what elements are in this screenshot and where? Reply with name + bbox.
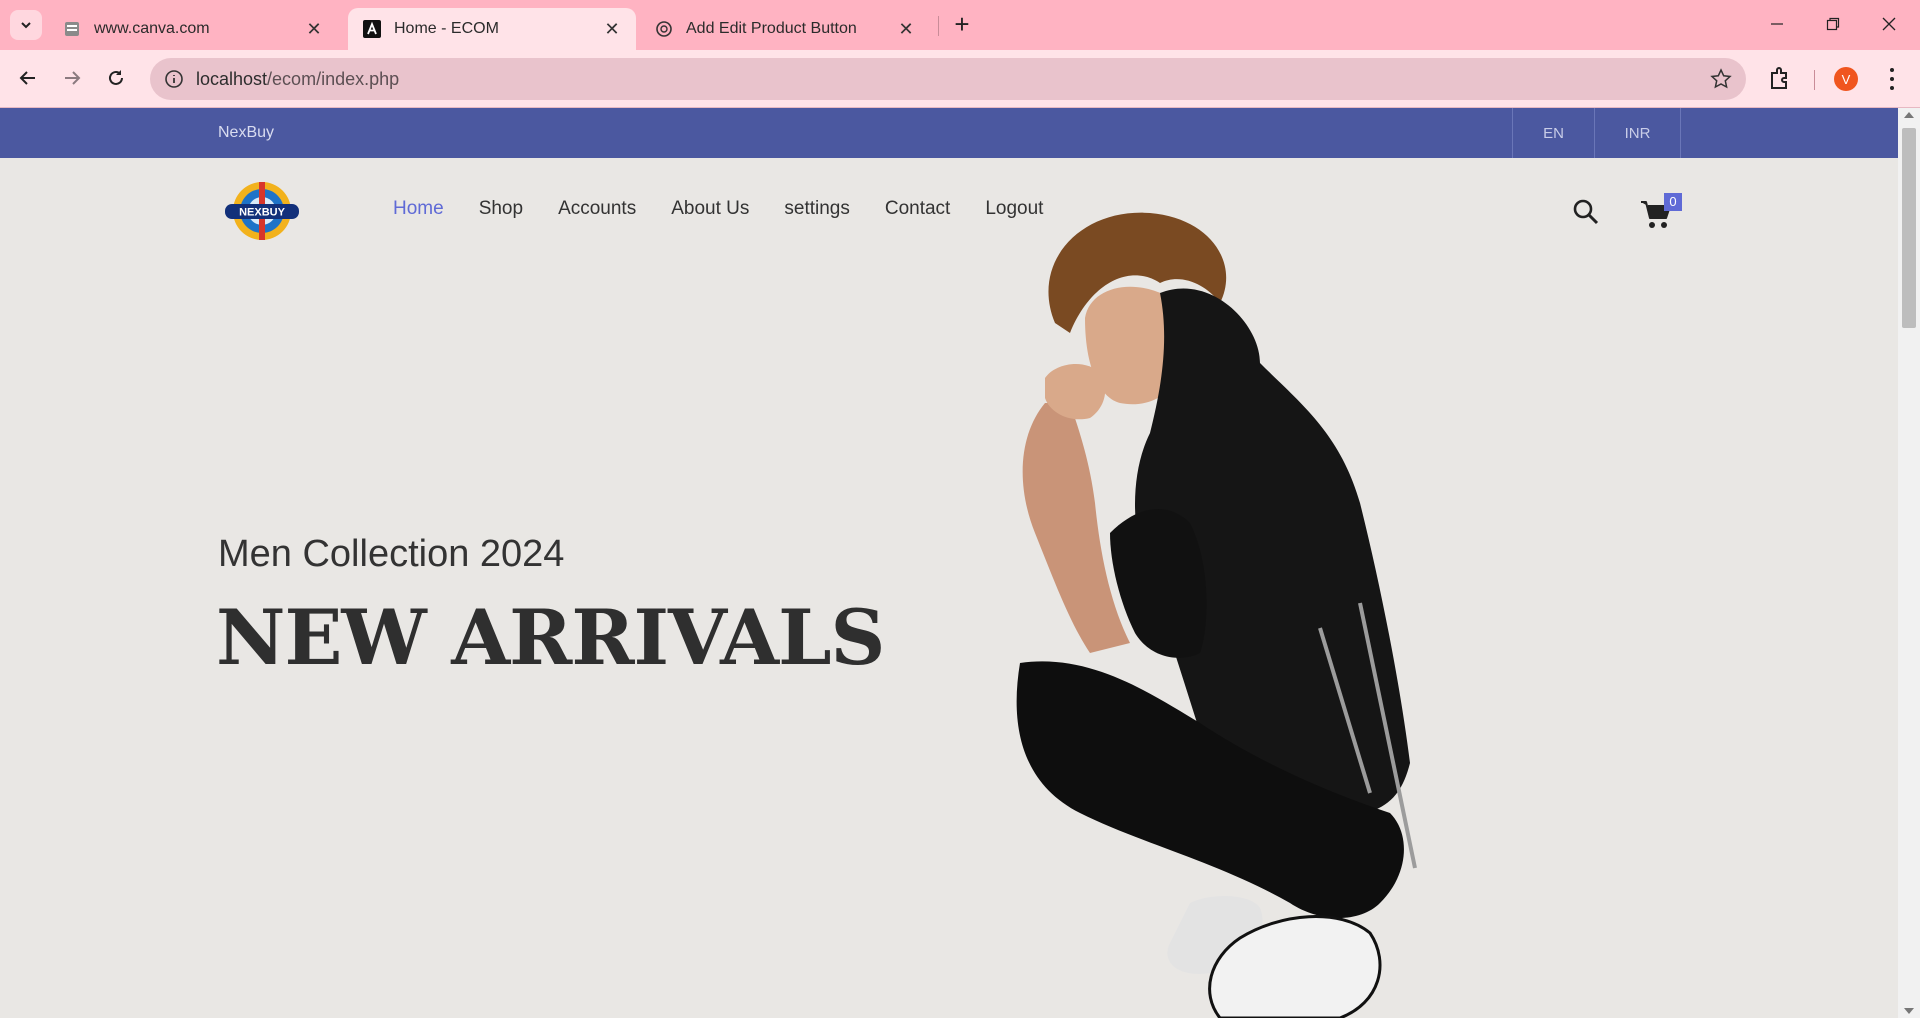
- site-topbar: NexBuy EN INR: [0, 108, 1898, 158]
- bookmark-star-icon[interactable]: [1710, 68, 1732, 90]
- currency-selector[interactable]: INR: [1594, 108, 1681, 158]
- tab-canva[interactable]: www.canva.com ✕: [48, 8, 338, 50]
- nav-settings[interactable]: settings: [784, 198, 849, 220]
- url-host: localhost: [196, 69, 268, 89]
- reload-button[interactable]: [100, 62, 132, 94]
- tab-separator: [938, 16, 939, 36]
- chevron-down-icon: [21, 22, 31, 29]
- arrow-right-icon: [65, 71, 81, 85]
- restore-button[interactable]: [1810, 8, 1856, 40]
- page-scrollbar[interactable]: [1898, 108, 1920, 1018]
- scroll-up-icon[interactable]: [1904, 112, 1914, 118]
- nav-accounts[interactable]: Accounts: [558, 198, 636, 220]
- angular-a-icon: [362, 19, 382, 39]
- page-viewport: NexBuy EN INR NEXBUY Home Shop Accounts …: [0, 108, 1898, 1018]
- minimize-button[interactable]: [1754, 8, 1800, 40]
- close-tab-icon[interactable]: ✕: [602, 19, 622, 40]
- nav-home[interactable]: Home: [393, 198, 444, 220]
- tab-title: Home - ECOM: [394, 20, 499, 37]
- chatgpt-icon: [654, 19, 674, 39]
- browser-menu-icon[interactable]: [1880, 66, 1904, 92]
- topbar-brand: NexBuy: [218, 124, 275, 141]
- logo-text: NEXBUY: [239, 207, 286, 219]
- cart-count-badge: 0: [1664, 193, 1682, 211]
- minimize-icon: [1771, 23, 1783, 25]
- close-tab-icon[interactable]: ✕: [896, 19, 916, 40]
- nav-contact[interactable]: Contact: [885, 198, 950, 220]
- browser-tab-bar: www.canva.com ✕ Home - ECOM ✕ Add Edit P…: [0, 0, 1920, 50]
- close-tab-icon[interactable]: ✕: [304, 19, 324, 40]
- arrow-left-icon: [19, 71, 35, 85]
- cart-button[interactable]: 0: [1638, 193, 1682, 230]
- profile-avatar[interactable]: V: [1834, 67, 1858, 91]
- language-selector[interactable]: EN: [1512, 108, 1594, 158]
- url-text[interactable]: localhost/ecom/index.php: [196, 69, 399, 90]
- site-logo[interactable]: NEXBUY: [222, 178, 302, 244]
- close-window-button[interactable]: [1866, 8, 1912, 40]
- forward-button[interactable]: [56, 62, 88, 94]
- new-tab-button[interactable]: +: [950, 11, 974, 38]
- close-icon: [1882, 17, 1896, 31]
- back-button[interactable]: [12, 62, 44, 94]
- browser-toolbar: localhost/ecom/index.php V: [0, 50, 1920, 108]
- tab-title: www.canva.com: [94, 20, 210, 37]
- document-icon: [62, 19, 82, 39]
- scrollbar-thumb[interactable]: [1902, 128, 1916, 328]
- hero-subtitle: Men Collection 2024: [218, 533, 565, 575]
- toolbar-separator: [1814, 70, 1815, 90]
- nav-about-us[interactable]: About Us: [671, 198, 749, 220]
- restore-icon: [1826, 17, 1840, 31]
- hero-title: NEW ARRIVALS: [216, 593, 885, 682]
- extensions-icon[interactable]: [1766, 65, 1794, 93]
- reload-icon: [109, 70, 123, 85]
- address-bar[interactable]: localhost/ecom/index.php: [150, 58, 1746, 100]
- search-icon[interactable]: [1572, 198, 1600, 226]
- nav-shop[interactable]: Shop: [479, 198, 523, 220]
- site-info-icon[interactable]: [164, 69, 184, 89]
- hero-model-image: [1016, 212, 1417, 1018]
- tab-search-button[interactable]: [10, 10, 42, 40]
- tab-home-ecom[interactable]: Home - ECOM ✕: [348, 8, 636, 50]
- tab-add-edit-product[interactable]: Add Edit Product Button ✕: [640, 8, 930, 50]
- scroll-down-icon[interactable]: [1904, 1008, 1914, 1014]
- url-path: /ecom/index.php: [267, 69, 400, 89]
- tab-title: Add Edit Product Button: [686, 20, 857, 37]
